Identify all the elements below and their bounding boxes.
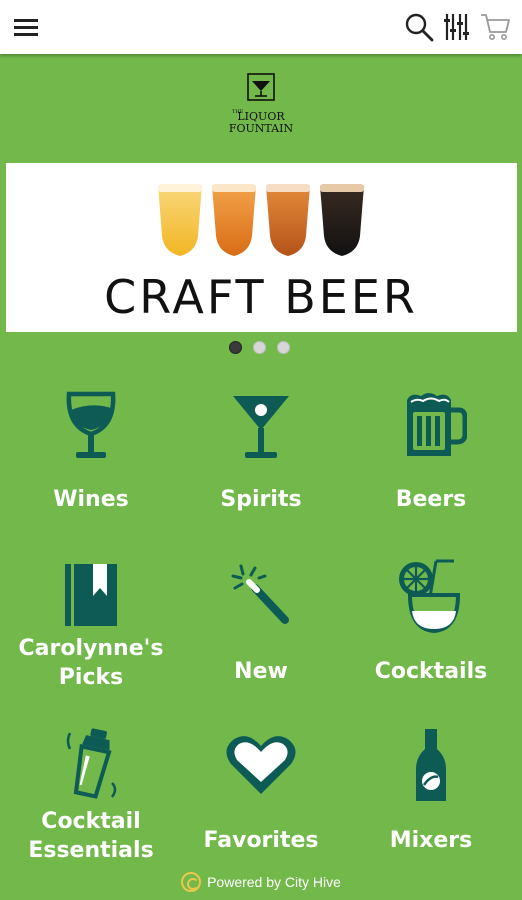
svg-text:FOUNTAIN: FOUNTAIN	[229, 122, 294, 135]
category-wines[interactable]: Wines	[6, 388, 176, 518]
heart-icon	[226, 736, 296, 794]
category-favorites[interactable]: Favorites	[176, 730, 346, 865]
category-label: Mixers	[389, 828, 473, 853]
carousel-dot-2[interactable]	[253, 341, 266, 354]
search-icon[interactable]	[402, 10, 436, 44]
category-label: Cocktail Essentials	[28, 809, 154, 863]
cocktail-icon	[399, 559, 461, 634]
shaker-icon	[66, 728, 117, 799]
top-bar	[0, 0, 522, 54]
carousel-indicator	[229, 341, 290, 354]
bookmark-book-icon	[65, 564, 117, 626]
category-beers[interactable]: Beers	[346, 388, 516, 518]
category-cocktail-essentials[interactable]: Cocktail Essentials	[6, 725, 176, 865]
banner-title: CRAFT BEER	[104, 270, 418, 324]
category-carolynnes-picks[interactable]: Carolynne's Picks	[6, 560, 176, 695]
category-label: Favorites	[203, 828, 319, 853]
martini-glass-icon	[233, 396, 289, 458]
footer: Powered by City Hive	[0, 872, 522, 896]
footer-text[interactable]: Powered by City Hive	[207, 874, 341, 890]
category-new[interactable]: New	[176, 560, 346, 695]
bottle-icon	[416, 729, 446, 801]
wine-glass-icon	[66, 391, 116, 458]
category-mixers[interactable]: Mixers	[346, 725, 516, 865]
carousel-dot-3[interactable]	[277, 341, 290, 354]
category-label: Cocktails	[374, 659, 488, 684]
category-cocktails[interactable]: Cocktails	[346, 557, 516, 692]
filter-icon[interactable]	[440, 10, 474, 44]
category-spirits[interactable]: Spirits	[176, 388, 346, 518]
category-label: Wines	[53, 487, 129, 512]
hamburger-menu-icon[interactable]	[10, 12, 42, 42]
category-label: Beers	[395, 487, 467, 512]
category-label: Spirits	[220, 487, 302, 512]
beer-glasses-image	[158, 184, 364, 256]
cart-icon[interactable]	[478, 10, 512, 44]
store-logo: THE LIQUOR FOUNTAIN	[229, 73, 294, 135]
beer-mug-icon	[407, 393, 467, 456]
city-hive-logo-icon	[181, 872, 202, 892]
magic-wand-icon	[231, 564, 289, 624]
category-label: Carolynne's Picks	[18, 636, 164, 690]
carousel-dot-1[interactable]	[229, 341, 242, 354]
category-label: New	[234, 659, 288, 684]
